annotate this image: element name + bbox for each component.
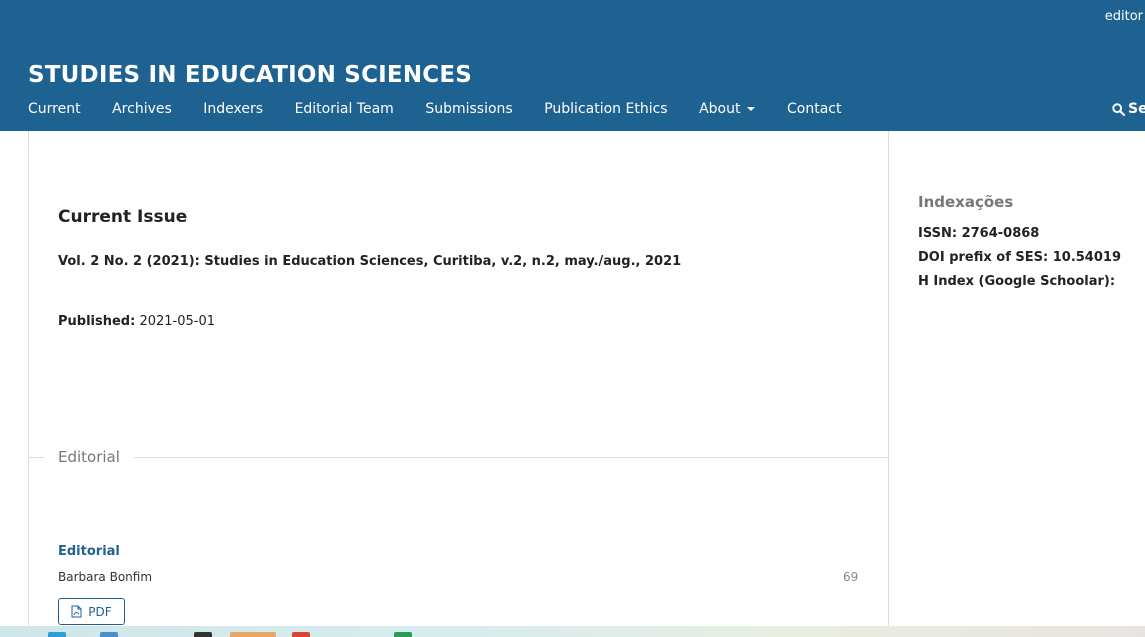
site-header: editor STUDIES IN EDUCATION SCIENCES Cur… [0, 0, 1145, 131]
search-label: Se [1128, 101, 1145, 117]
nav-indexers[interactable]: Indexers [203, 101, 263, 117]
search-icon [1112, 102, 1125, 116]
nav-current[interactable]: Current [28, 101, 81, 117]
sidebar-doi-prefix: DOI prefix of SES: 10.54019 [918, 250, 1121, 265]
section-divider-left [28, 457, 44, 458]
main-right-border [888, 131, 889, 626]
taskbar-app-icon[interactable] [48, 632, 66, 637]
published-date: 2021-05-01 [139, 314, 216, 329]
taskbar-app-icon[interactable] [194, 632, 212, 637]
os-taskbar [0, 626, 1145, 637]
article-pages: 69 [843, 570, 859, 584]
sidebar-title: Indexações [918, 193, 1014, 211]
pdf-button[interactable]: PDF [58, 598, 125, 625]
section-divider-right [134, 457, 888, 458]
user-menu-link[interactable]: editor [1105, 9, 1143, 24]
nav-archives[interactable]: Archives [112, 101, 172, 117]
search-link[interactable]: Se [1112, 101, 1145, 117]
sidebar-h-index: H Index (Google Schoolar): [918, 274, 1116, 289]
sidebar-issn: ISSN: 2764-0868 [918, 226, 1040, 241]
nav-about[interactable]: About [699, 101, 756, 117]
section-title: Editorial [58, 448, 120, 466]
published-info: Published: 2021-05-01 [58, 314, 215, 329]
nav-contact[interactable]: Contact [787, 101, 841, 117]
nav-submissions[interactable]: Submissions [425, 101, 512, 117]
published-label: Published: [58, 314, 136, 329]
nav-editorial-team[interactable]: Editorial Team [295, 101, 394, 117]
taskbar-app-icon[interactable] [292, 632, 310, 637]
taskbar-app-icon[interactable] [230, 632, 276, 637]
site-title[interactable]: STUDIES IN EDUCATION SCIENCES [28, 62, 472, 88]
chevron-down-icon [747, 107, 756, 111]
page-title: Current Issue [58, 207, 188, 227]
article-author: Barbara Bonfim [58, 570, 153, 584]
nav-about-label: About [699, 101, 741, 117]
issue-title: Vol. 2 No. 2 (2021): Studies in Educatio… [58, 254, 682, 269]
taskbar-app-icon[interactable] [100, 632, 118, 637]
file-pdf-icon [71, 605, 82, 618]
primary-nav: Current Archives Indexers Editorial Team… [28, 101, 873, 117]
pdf-button-label: PDF [88, 604, 112, 619]
main-left-border [28, 131, 29, 626]
nav-publication-ethics[interactable]: Publication Ethics [544, 101, 667, 117]
article-title-link[interactable]: Editorial [58, 544, 120, 559]
taskbar-app-icon[interactable] [394, 632, 412, 637]
